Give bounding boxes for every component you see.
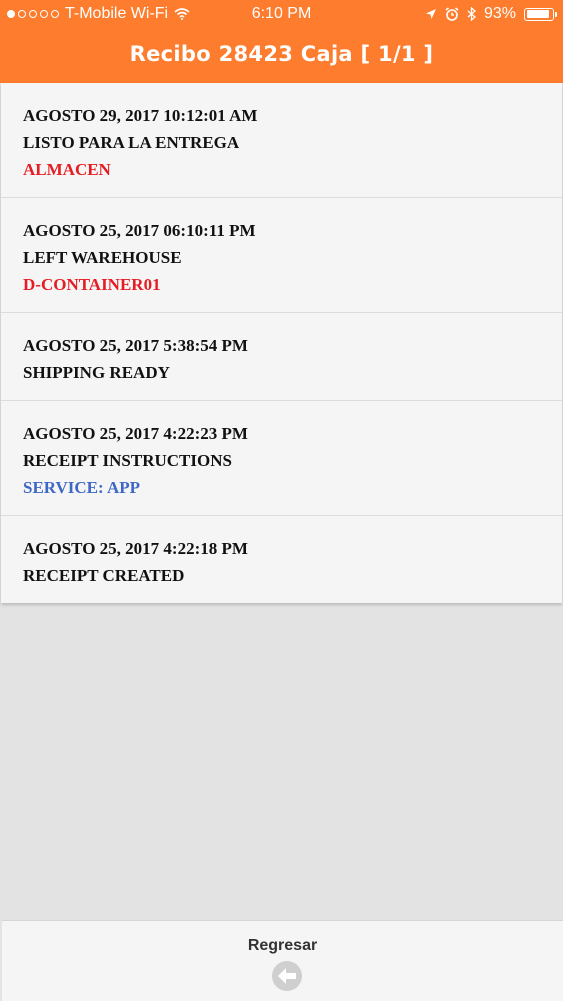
event-date: AGOSTO 25, 2017 4:22:23 PM (23, 424, 248, 443)
location-arrow-icon (425, 9, 436, 19)
back-button-label[interactable]: Regresar (2, 937, 563, 955)
back-arrow-icon[interactable] (272, 961, 302, 991)
status-bar: T-Mobile Wi-Fi 6:10 PM 93% (0, 0, 563, 30)
battery-icon (524, 7, 557, 21)
event-status: LISTO PARA LA ENTREGA (23, 133, 240, 152)
tracking-event-item: AGOSTO 25, 2017 5:38:54 PM SHIPPING READY (1, 313, 562, 401)
event-date: AGOSTO 25, 2017 5:38:54 PM (23, 336, 248, 355)
tracking-event-item: AGOSTO 29, 2017 10:12:01 AM LISTO PARA LA… (1, 83, 562, 198)
tracking-event-item: AGOSTO 25, 2017 4:22:23 PM RECEIPT INSTRU… (1, 401, 562, 516)
event-location: D-CONTAINER01 (23, 275, 161, 294)
event-location: SERVICE: APP (23, 478, 140, 497)
top-bar: T-Mobile Wi-Fi 6:10 PM 93% Recibo 28423 … (0, 0, 563, 83)
tracking-event-item: AGOSTO 25, 2017 06:10:11 PM LEFT WAREHOUS… (1, 198, 562, 313)
event-status: SHIPPING READY (23, 363, 170, 382)
event-location: ALMACEN (23, 160, 111, 179)
event-date: AGOSTO 29, 2017 10:12:01 AM (23, 106, 258, 125)
bluetooth-icon (467, 7, 476, 21)
alarm-clock-icon (445, 7, 459, 21)
event-date: AGOSTO 25, 2017 06:10:11 PM (23, 221, 256, 240)
event-date: AGOSTO 25, 2017 4:22:18 PM (23, 539, 248, 558)
footer-bar: Regresar (2, 920, 563, 1001)
tracking-event-item: AGOSTO 25, 2017 4:22:18 PM RECEIPT CREATE… (1, 516, 562, 603)
event-status: RECEIPT INSTRUCTIONS (23, 451, 232, 470)
event-status: RECEIPT CREATED (23, 566, 185, 585)
event-status: LEFT WAREHOUSE (23, 248, 182, 267)
page-title: Recibo 28423 Caja [ 1/1 ] (129, 42, 434, 66)
battery-percent: 93% (483, 5, 516, 22)
tracking-events-list: AGOSTO 29, 2017 10:12:01 AM LISTO PARA LA… (1, 83, 562, 603)
